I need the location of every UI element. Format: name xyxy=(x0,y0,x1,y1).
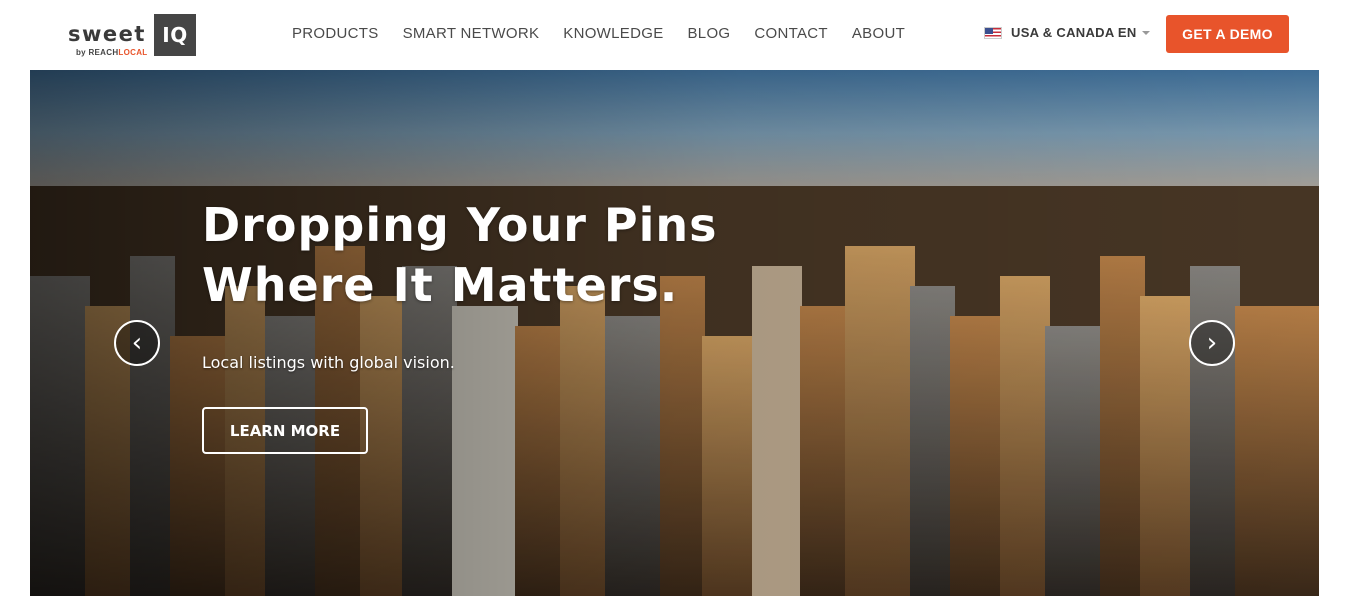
hero-title-line2: Where It Matters. xyxy=(202,258,679,312)
nav-item-blog[interactable]: BLOG xyxy=(688,24,731,44)
learn-more-button[interactable]: LEARN MORE xyxy=(202,407,368,454)
chevron-left-icon: ‹ xyxy=(131,328,143,358)
get-a-demo-button[interactable]: GET A DEMO xyxy=(1166,15,1289,53)
carousel-prev-button[interactable]: ‹ xyxy=(114,320,160,366)
logo-word: sweet xyxy=(68,22,146,46)
logo[interactable]: sweet IQ by REACHLOCAL xyxy=(68,14,198,58)
chevron-right-icon: › xyxy=(1206,328,1218,358)
logo-byline: by REACHLOCAL xyxy=(76,48,147,57)
logo-box: IQ xyxy=(154,14,196,56)
chevron-down-icon xyxy=(1141,30,1150,35)
nav-item-smart-network[interactable]: SMART NETWORK xyxy=(403,24,540,44)
logo-by-brand-a: REACH xyxy=(88,48,119,57)
hero-title: Dropping Your Pins Where It Matters. xyxy=(202,195,842,315)
nav-item-contact[interactable]: CONTACT xyxy=(754,24,827,44)
region-selector[interactable]: USA & CANADA EN xyxy=(984,25,1150,40)
main-nav: PRODUCTS SMART NETWORK KNOWLEDGE BLOG CO… xyxy=(292,24,929,44)
carousel-next-button[interactable]: › xyxy=(1189,320,1235,366)
hero-subtitle: Local listings with global vision. xyxy=(202,353,455,372)
logo-by-brand-b: LOCAL xyxy=(118,48,148,57)
hero-carousel: Dropping Your Pins Where It Matters. Loca… xyxy=(30,70,1319,596)
hero-title-line1: Dropping Your Pins xyxy=(202,198,718,252)
nav-item-products[interactable]: PRODUCTS xyxy=(292,24,379,44)
nav-item-knowledge[interactable]: KNOWLEDGE xyxy=(563,24,663,44)
nav-item-about[interactable]: ABOUT xyxy=(852,24,905,44)
region-label: USA & CANADA EN xyxy=(1011,25,1137,40)
site-header: sweet IQ by REACHLOCAL PRODUCTS SMART NE… xyxy=(0,0,1349,70)
us-flag-icon xyxy=(984,26,1002,39)
logo-by-text: by xyxy=(76,48,89,57)
